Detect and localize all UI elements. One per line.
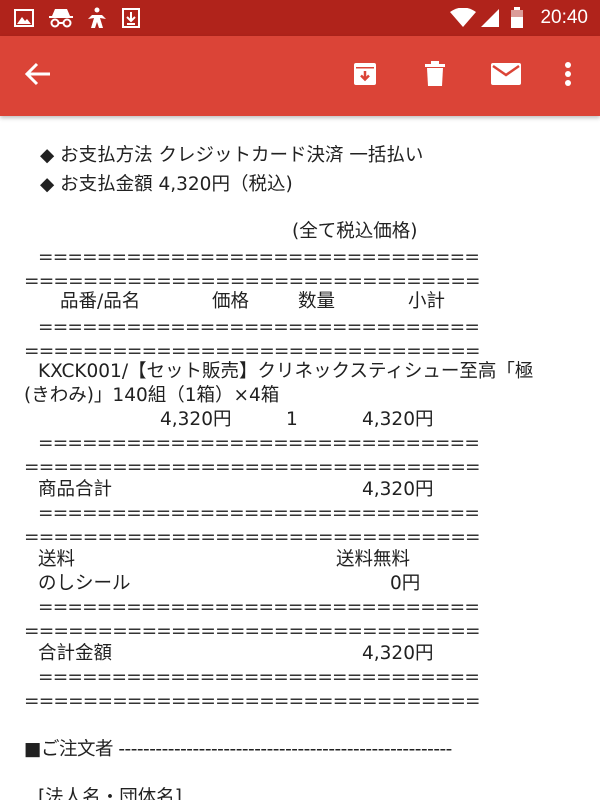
orderer-heading: ■ご注文者 ----------------------------------… [24,739,452,760]
item-qty: 1 [286,409,298,430]
grand-total-value: 4,320円 [362,643,434,664]
item-name-line1: KXCK001/【セット販売】クリネックスティシュー至高「極 [38,361,534,382]
separator: =============================== [24,621,481,642]
separator: ============================== [38,433,480,454]
archive-button[interactable] [345,56,385,96]
app-bar [0,36,600,116]
item-name-line2: (きわみ)」140組（1箱）×4箱 [24,385,280,406]
status-time: 20:40 [540,7,588,28]
column-header-price: 価格 [212,291,250,312]
email-body: ◆ お支払方法 クレジットカード決済 一括払い ◆ お支払金額 4,320円（税… [0,118,600,800]
delete-icon [424,61,446,91]
company-label: [法人名・団体名] [38,787,182,800]
noshi-value: 0円 [390,573,421,594]
item-subtotal: 4,320円 [362,409,434,430]
mark-unread-button[interactable] [486,56,526,96]
column-header-qty: 数量 [298,291,336,312]
separator: ============================== [38,247,480,268]
person-walking-icon [86,7,108,29]
back-arrow-icon [24,62,51,90]
shipping-label: 送料 [38,549,76,570]
column-header-subtotal: 小計 [408,291,446,312]
mail-icon [490,62,522,90]
incognito-icon [48,7,74,29]
product-total-label: 商品合計 [38,479,113,500]
noshi-label: のしシール [38,573,131,594]
tax-note: (全て税込価格) [292,221,418,242]
signal-icon [480,7,500,29]
back-button[interactable] [18,56,58,96]
more-vert-icon [564,62,572,90]
status-bar: 20:40 [0,0,600,36]
grand-total-label: 合計金額 [38,643,113,664]
separator: ============================== [38,503,480,524]
download-icon [122,7,140,29]
delete-button[interactable] [415,56,455,96]
product-total-value: 4,320円 [362,479,434,500]
item-price: 4,320円 [160,409,232,430]
separator: =============================== [24,527,481,548]
more-options-button[interactable] [548,56,588,96]
archive-icon [352,61,378,91]
image-icon [14,7,34,29]
column-header-product: 品番/品名 [60,291,141,312]
separator: ============================== [38,317,480,338]
payment-method: ◆ お支払方法 クレジットカード決済 一括払い [40,145,424,166]
payment-amount: ◆ お支払金額 4,320円（税込) [40,174,293,195]
separator: =============================== [24,457,481,478]
separator: ============================== [38,667,480,688]
wifi-icon [450,7,476,29]
separator: =============================== [24,691,481,712]
shipping-value: 送料無料 [336,549,411,570]
separator: ============================== [38,597,480,618]
battery-icon [510,7,524,29]
